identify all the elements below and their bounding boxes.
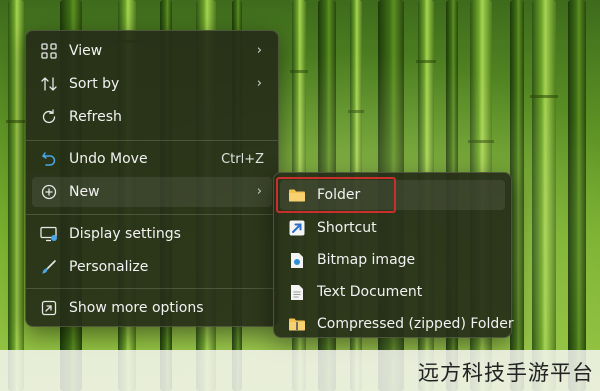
submenu-item-label: Compressed (zipped) Folder <box>317 316 514 332</box>
submenu-item-label: Shortcut <box>317 220 377 236</box>
watermark-text: 远方科技手游平台 <box>418 361 594 385</box>
menu-item-label: Undo Move <box>69 151 148 167</box>
zip-folder-icon <box>288 315 306 333</box>
menu-item-undo-move[interactable]: Undo Move Ctrl+Z <box>32 144 272 174</box>
more-options-icon <box>40 299 58 317</box>
menu-item-personalize[interactable]: Personalize <box>32 252 272 282</box>
chevron-right-icon: › <box>256 184 262 199</box>
menu-item-label: Display settings <box>69 226 181 242</box>
menu-item-show-more-options[interactable]: Show more options <box>32 293 272 323</box>
chevron-right-icon: › <box>256 76 262 91</box>
menu-item-label: Personalize <box>69 259 149 275</box>
bitmap-icon <box>288 251 306 269</box>
menu-item-refresh[interactable]: Refresh <box>32 102 272 132</box>
menu-item-view[interactable]: View › <box>32 36 272 66</box>
submenu-item-label: Text Document <box>317 284 423 300</box>
menu-item-label: New <box>69 184 100 200</box>
sort-icon <box>40 75 58 93</box>
menu-item-sort-by[interactable]: Sort by › <box>32 69 272 99</box>
plus-circle-icon <box>40 183 58 201</box>
text-document-icon <box>288 283 306 301</box>
menu-item-label: View <box>69 43 103 59</box>
submenu-item-label: Bitmap image <box>317 252 416 268</box>
undo-icon <box>40 150 58 168</box>
submenu-item-text-document[interactable]: Text Document <box>280 277 505 307</box>
menu-item-new[interactable]: New › <box>32 177 272 207</box>
menu-separator <box>26 140 278 141</box>
menu-item-label: Refresh <box>69 109 122 125</box>
submenu-item-bitmap-image[interactable]: Bitmap image <box>280 245 505 275</box>
menu-separator <box>26 288 278 289</box>
chevron-right-icon: › <box>256 43 262 58</box>
shortcut-label: Ctrl+Z <box>221 152 264 167</box>
submenu-item-shortcut[interactable]: Shortcut <box>280 213 505 243</box>
desktop-context-menu: View › Sort by › Refresh Undo Move Ctrl+… <box>25 30 279 327</box>
menu-item-label: Show more options <box>69 300 204 316</box>
grid-icon <box>40 42 58 60</box>
brush-icon <box>40 258 58 276</box>
menu-separator <box>26 214 278 215</box>
shortcut-icon <box>288 219 306 237</box>
menu-item-display-settings[interactable]: Display settings <box>32 219 272 249</box>
menu-item-label: Sort by <box>69 76 120 92</box>
display-icon <box>40 225 58 243</box>
refresh-icon <box>40 108 58 126</box>
submenu-item-compressed-folder[interactable]: Compressed (zipped) Folder <box>280 309 514 339</box>
folder-highlight-annotation <box>276 177 396 213</box>
